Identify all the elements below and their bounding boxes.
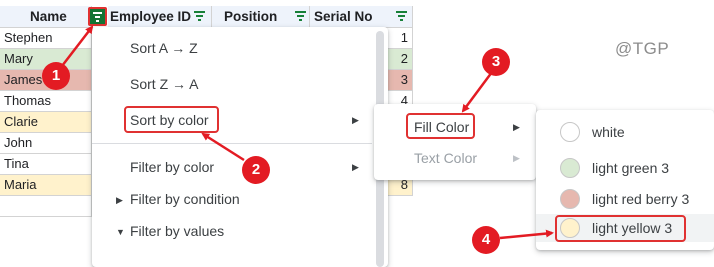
callout-badge-3: 3 (482, 48, 510, 76)
arrow-2 (201, 132, 245, 162)
callout-arrows (61, 25, 554, 240)
callout-badge-1: 1 (42, 62, 70, 90)
arrow-3 (461, 71, 494, 113)
arrow-4 (499, 229, 554, 240)
callout-badge-2: 2 (242, 156, 270, 184)
arrow-1 (61, 25, 94, 67)
callout-badge-4: 4 (472, 226, 500, 254)
